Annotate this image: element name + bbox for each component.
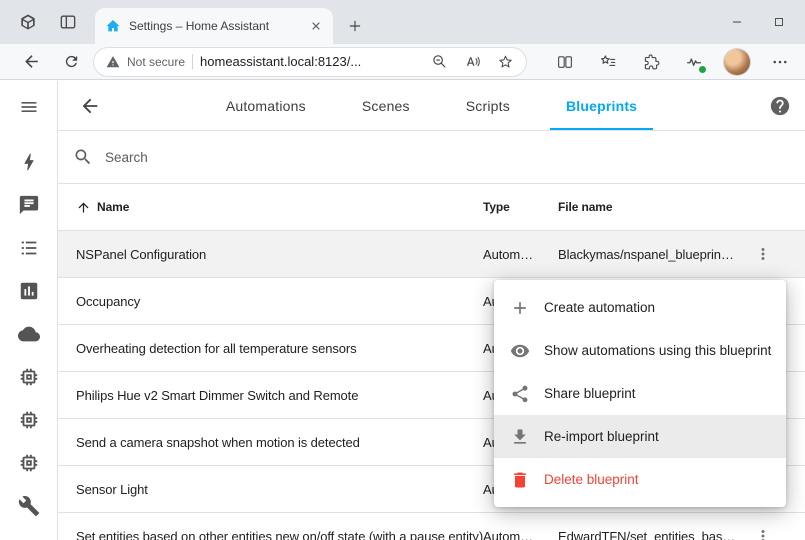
- back-icon[interactable]: [14, 47, 48, 77]
- eye-icon: [510, 341, 530, 361]
- help-icon[interactable]: [769, 95, 791, 117]
- sidebar-history-icon[interactable]: [16, 278, 42, 304]
- sync-status-dot: [698, 65, 707, 74]
- split-screen-icon[interactable]: [548, 47, 582, 77]
- home-assistant-favicon: [105, 18, 121, 34]
- sidebar-cloud-icon[interactable]: [16, 321, 42, 347]
- browser-essentials-icon[interactable]: [677, 47, 711, 77]
- sort-ascending-icon[interactable]: [76, 200, 91, 215]
- ha-back-icon[interactable]: [78, 94, 102, 118]
- tab-close-icon[interactable]: [307, 17, 325, 35]
- new-tab-button[interactable]: [341, 12, 369, 40]
- table-row[interactable]: Set entities based on other entities new…: [58, 513, 805, 540]
- address-divider: [192, 54, 193, 69]
- profile-avatar[interactable]: [720, 47, 754, 77]
- search-icon: [73, 147, 93, 167]
- trash-icon: [510, 470, 530, 490]
- sidebar-menu-icon[interactable]: [0, 81, 57, 133]
- maximize-button[interactable]: [758, 0, 800, 44]
- ha-sidebar: [0, 81, 58, 540]
- sidebar-device-icon-2[interactable]: [16, 407, 42, 433]
- column-header-name[interactable]: Name: [97, 200, 129, 214]
- tab-automations[interactable]: Automations: [210, 81, 322, 130]
- sidebar-device-icon-1[interactable]: [16, 364, 42, 390]
- minimize-button[interactable]: [716, 0, 758, 44]
- menu-item-create-automation[interactable]: Create automation: [494, 286, 786, 329]
- blueprint-context-menu: Create automation Show automations using…: [494, 280, 786, 507]
- plus-icon: [510, 298, 530, 318]
- zoom-out-icon[interactable]: [426, 50, 452, 74]
- ha-nav-tabs: Automations Scenes Scripts Blueprints: [210, 81, 653, 130]
- toolbar-right-icons: [548, 47, 797, 77]
- table-header: Name Type File name: [58, 184, 805, 231]
- sidebar-assist-icon[interactable]: [16, 192, 42, 218]
- security-label[interactable]: Not secure: [127, 55, 185, 69]
- search-bar[interactable]: [58, 131, 805, 184]
- more-options-icon[interactable]: [763, 47, 797, 77]
- browser-titlebar: Settings – Home Assistant: [0, 0, 805, 44]
- avatar-image: [724, 49, 750, 75]
- favorite-star-icon[interactable]: [492, 50, 518, 74]
- sidebar-developer-tools-icon[interactable]: [16, 493, 42, 519]
- ha-header: Automations Scenes Scripts Blueprints: [58, 81, 805, 131]
- column-header-type[interactable]: Type: [483, 200, 558, 214]
- url-text[interactable]: homeassistant.local:8123/...: [200, 54, 419, 69]
- close-button[interactable]: [800, 0, 805, 44]
- row-overflow-menu-icon[interactable]: [751, 524, 775, 540]
- address-bar[interactable]: Not secure homeassistant.local:8123/...: [94, 48, 526, 76]
- workspaces-icon[interactable]: [10, 6, 46, 38]
- tab-scripts[interactable]: Scripts: [450, 81, 526, 130]
- import-download-icon: [510, 427, 530, 447]
- table-row[interactable]: NSPanel Configuration Autom… Blackymas/n…: [58, 231, 805, 278]
- menu-item-share-blueprint[interactable]: Share blueprint: [494, 372, 786, 415]
- tab-blueprints[interactable]: Blueprints: [550, 81, 653, 130]
- browser-window: Settings – Home Assistant: [0, 0, 805, 540]
- sidebar-device-icon-3[interactable]: [16, 450, 42, 476]
- search-input[interactable]: [105, 150, 425, 165]
- vertical-tabs-icon[interactable]: [50, 6, 86, 38]
- refresh-icon[interactable]: [54, 47, 88, 77]
- row-overflow-menu-icon[interactable]: [751, 242, 775, 266]
- menu-item-show-automations[interactable]: Show automations using this blueprint: [494, 329, 786, 372]
- tab-title: Settings – Home Assistant: [129, 19, 299, 33]
- tab-scenes[interactable]: Scenes: [346, 81, 426, 130]
- menu-item-reimport-blueprint[interactable]: Re-import blueprint: [494, 415, 786, 458]
- column-header-file[interactable]: File name: [558, 200, 741, 214]
- sidebar-energy-icon[interactable]: [16, 149, 42, 175]
- window-controls: [716, 0, 805, 44]
- read-aloud-icon[interactable]: [459, 50, 485, 74]
- sidebar-logbook-icon[interactable]: [16, 235, 42, 261]
- favorites-hub-icon[interactable]: [591, 47, 625, 77]
- menu-item-delete-blueprint[interactable]: Delete blueprint: [494, 458, 786, 501]
- not-secure-warning-icon: [106, 55, 120, 69]
- browser-tab[interactable]: Settings – Home Assistant: [95, 8, 333, 44]
- share-icon: [510, 384, 530, 404]
- browser-toolbar: Not secure homeassistant.local:8123/...: [0, 44, 805, 80]
- extensions-icon[interactable]: [634, 47, 668, 77]
